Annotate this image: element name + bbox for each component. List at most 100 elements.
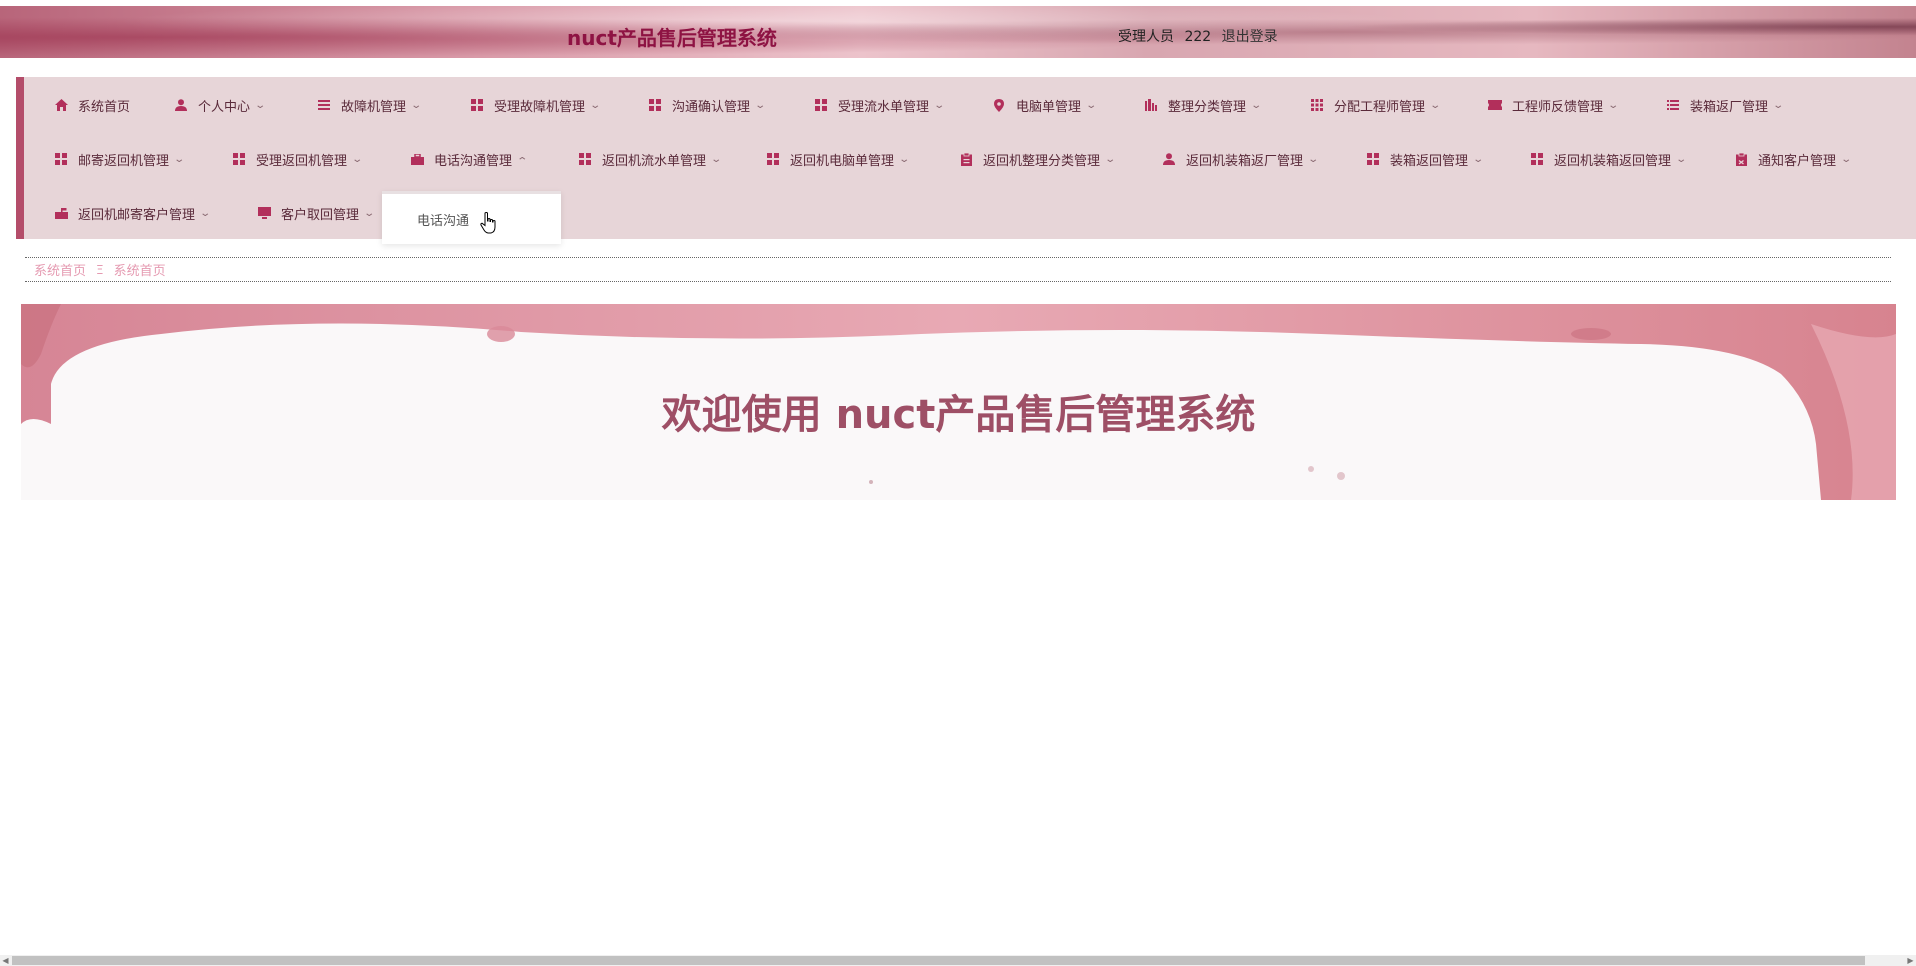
scrollbar-thumb[interactable]: [12, 956, 1865, 965]
nav-item-label: 整理分类管理: [1168, 99, 1247, 115]
horizontal-scrollbar[interactable]: ◀ ▶: [0, 955, 1916, 966]
user-info: 受理人员 222 退出登录: [1118, 26, 1284, 46]
hand-cursor-icon: [480, 212, 496, 234]
grid-icon: [814, 98, 828, 112]
nav-item-fault-machine[interactable]: 故障机管理 ⌄: [317, 94, 422, 116]
chevron-down-icon: ⌄: [1472, 153, 1485, 165]
nav-item-label: 受理故障机管理: [494, 99, 586, 115]
chevron-down-icon: ⌄: [1429, 99, 1442, 111]
grid-icon: [1530, 152, 1544, 166]
list-ordered-icon: [1666, 98, 1680, 112]
nav-item-return-computer-order[interactable]: 返回机电脑单管理 ⌄: [766, 148, 911, 170]
mailbox-icon: [54, 206, 68, 220]
nav-item-label: 分配工程师管理: [1334, 99, 1426, 115]
nav-item-engineer-feedback[interactable]: 工程师反馈管理 ⌄: [1488, 94, 1620, 116]
app-title: nuct产品售后管理系统: [567, 26, 777, 50]
nav-item-label: 故障机管理: [341, 99, 407, 115]
nav-item-label: 返回机装箱返厂管理: [1186, 153, 1304, 169]
chevron-down-icon: ⌄: [351, 153, 364, 165]
user-name: 222: [1184, 29, 1212, 45]
dropdown-item-phone-communication[interactable]: 电话沟通: [417, 210, 469, 229]
grid-icon: [470, 98, 484, 112]
nav-item-label: 工程师反馈管理: [1512, 99, 1604, 115]
breadcrumb: 系统首页 Ξ 系统首页: [25, 257, 1891, 282]
chevron-down-icon: ⌄: [1104, 153, 1117, 165]
nav-item-notify-customer[interactable]: 通知客户管理 ⌄: [1734, 148, 1853, 170]
home-icon: [54, 98, 68, 112]
apps-icon: [1310, 98, 1324, 112]
breadcrumb-separator: Ξ: [96, 262, 104, 277]
chevron-down-icon: ⌄: [1250, 99, 1263, 111]
nav-item-phone-communication[interactable]: 电话沟通管理 ⌄: [410, 148, 529, 170]
nav-item-label: 返回机整理分类管理: [983, 153, 1101, 169]
nav-item-label: 返回机邮寄客户管理: [78, 207, 196, 223]
chevron-down-icon: ⌄: [589, 99, 602, 111]
user-icon: [174, 98, 188, 112]
nav-item-label: 返回机装箱返回管理: [1554, 153, 1672, 169]
grid-icon: [1366, 152, 1380, 166]
chevron-down-icon: ⌄: [1607, 99, 1620, 111]
nav-item-label: 个人中心: [198, 99, 251, 115]
chevron-up-icon: ⌄: [516, 153, 529, 165]
chevron-down-icon: ⌄: [1840, 153, 1853, 165]
chevron-down-icon: ⌄: [898, 153, 911, 165]
nav-item-return-packing-return[interactable]: 返回机装箱返回管理 ⌄: [1530, 148, 1688, 170]
chevron-down-icon: ⌄: [173, 153, 186, 165]
nav-item-accepted-flow-order[interactable]: 受理流水单管理 ⌄: [814, 94, 946, 116]
chevron-down-icon: ⌄: [199, 207, 212, 219]
breadcrumb-home[interactable]: 系统首页: [34, 260, 86, 279]
nav-item-label: 客户取回管理: [281, 207, 360, 223]
welcome-banner: 欢迎使用 nuct产品售后管理系统: [21, 304, 1896, 500]
nav-item-label: 电脑单管理: [1016, 99, 1082, 115]
nav-item-sorting-category[interactable]: 整理分类管理 ⌄: [1144, 94, 1263, 116]
top-header: nuct产品售后管理系统 受理人员 222 退出登录: [0, 6, 1916, 58]
nav-item-label: 返回机流水单管理: [602, 153, 707, 169]
nav-item-return-flow-order[interactable]: 返回机流水单管理 ⌄: [578, 148, 723, 170]
nav-item-label: 装箱返厂管理: [1690, 99, 1769, 115]
chevron-down-icon: ⌄: [363, 207, 376, 219]
nav-item-label: 装箱返回管理: [1390, 153, 1469, 169]
bar-chart-icon: [1144, 98, 1158, 112]
breadcrumb-current: 系统首页: [113, 264, 166, 279]
chevron-down-icon: ⌄: [254, 99, 267, 111]
scroll-right-icon[interactable]: ▶: [1905, 955, 1916, 966]
chevron-down-icon: ⌄: [933, 99, 946, 111]
nav-item-customer-pickup[interactable]: 客户取回管理 ⌄: [257, 202, 376, 224]
chevron-down-icon: ⌄: [1772, 99, 1785, 111]
grid-icon: [648, 98, 662, 112]
nav-item-label: 受理返回机管理: [256, 153, 348, 169]
nav-item-return-mail-customer[interactable]: 返回机邮寄客户管理 ⌄: [54, 202, 212, 224]
scroll-left-icon[interactable]: ◀: [0, 955, 11, 966]
clipboard-check-icon: [1734, 152, 1748, 166]
nav-item-accepted-return-machine[interactable]: 受理返回机管理 ⌄: [232, 148, 364, 170]
ticket-icon: [1488, 98, 1502, 112]
nav-item-computer-order[interactable]: 电脑单管理 ⌄: [992, 94, 1097, 116]
nav-item-home[interactable]: 系统首页: [54, 94, 130, 116]
nav-item-packing-return[interactable]: 装箱返回管理 ⌄: [1366, 148, 1485, 170]
briefcase-icon: [410, 152, 424, 166]
phone-communication-dropdown: 电话沟通: [382, 191, 561, 244]
nav-item-communication-confirm[interactable]: 沟通确认管理 ⌄: [648, 94, 766, 116]
nav-item-mail-return-machine[interactable]: 邮寄返回机管理 ⌄: [54, 148, 186, 170]
nav-item-personal-center[interactable]: 个人中心 ⌄: [174, 94, 267, 116]
nav-item-label: 电话沟通管理: [434, 153, 513, 169]
user-icon: [1162, 152, 1176, 166]
nav-item-return-packing-factory[interactable]: 返回机装箱返厂管理 ⌄: [1162, 148, 1319, 170]
nav-item-accepted-fault-machine[interactable]: 受理故障机管理 ⌄: [470, 94, 602, 116]
main-nav: 系统首页 个人中心 ⌄ 故障机管理 ⌄ 受理故障机管理 ⌄ 沟通确认管理 ⌄ 受…: [16, 77, 1916, 239]
grid-icon: [578, 152, 592, 166]
logout-link[interactable]: 退出登录: [1222, 29, 1278, 45]
grid-icon: [54, 152, 68, 166]
chevron-down-icon: ⌄: [1675, 153, 1688, 165]
nav-item-return-sorting-category[interactable]: 返回机整理分类管理 ⌄: [959, 148, 1117, 170]
nav-item-assign-engineer[interactable]: 分配工程师管理 ⌄: [1310, 94, 1442, 116]
nav-item-label: 沟通确认管理: [672, 99, 751, 115]
user-role: 受理人员: [1118, 29, 1174, 45]
welcome-title: 欢迎使用 nuct产品售后管理系统: [661, 392, 1256, 438]
nav-item-packing-return-factory[interactable]: 装箱返厂管理 ⌄: [1666, 94, 1785, 116]
clipboard-icon: [959, 152, 973, 166]
grid-icon: [766, 152, 780, 166]
list-icon: [317, 98, 331, 112]
chevron-down-icon: ⌄: [710, 153, 723, 165]
nav-item-label: 系统首页: [78, 99, 131, 115]
